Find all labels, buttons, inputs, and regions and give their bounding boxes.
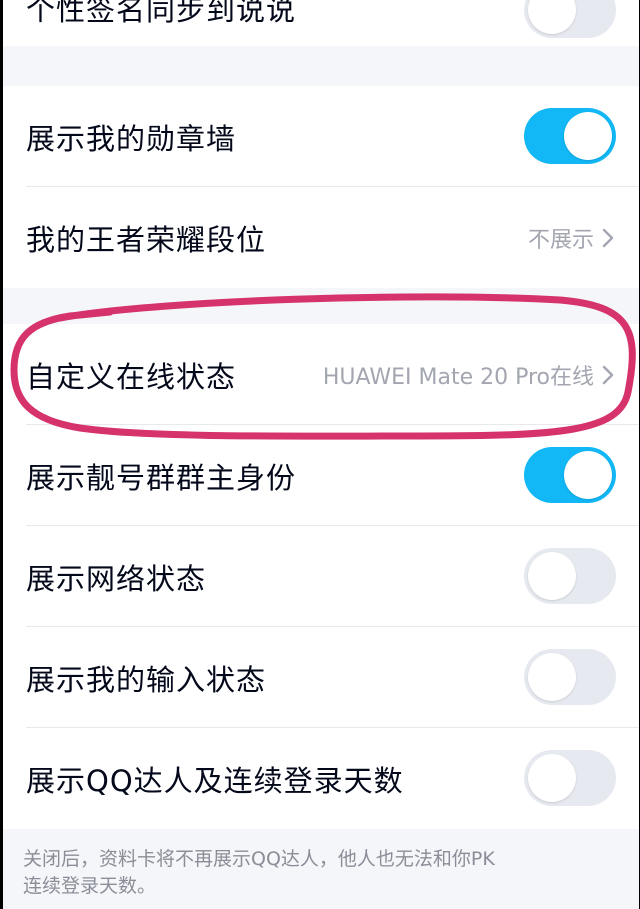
row-label: 展示QQ达人及连续登录天数 (26, 763, 404, 798)
footer-note-line: 关闭后，资料卡将不再展示QQ达人，他人也无法和你PK (23, 848, 495, 870)
settings-row-badge-wall[interactable]: 展示我的勋章墙 (3, 86, 639, 187)
row-label: 展示网络状态 (26, 561, 207, 596)
settings-row-input-status[interactable]: 展示我的输入状态 (3, 627, 639, 728)
settings-row-king-rank[interactable]: 我的王者荣耀段位 不展示 (3, 187, 639, 288)
row-value: 不展示 (528, 187, 616, 288)
row-value-text: 不展示 (527, 227, 594, 253)
toggle-switch[interactable] (524, 750, 616, 806)
toggle-switch[interactable] (524, 447, 616, 503)
toggle-switch[interactable] (524, 0, 616, 38)
toggle-knob (528, 0, 576, 34)
settings-row-qq-expert[interactable]: 展示QQ达人及连续登录天数 (3, 728, 639, 829)
toggle-switch[interactable] (524, 108, 616, 164)
toggle-knob (528, 552, 576, 600)
toggle-switch[interactable] (524, 548, 616, 604)
toggle-knob (528, 653, 576, 701)
chevron-right-icon (602, 365, 614, 384)
settings-row-network-status[interactable]: 展示网络状态 (3, 526, 639, 627)
toggle-knob (564, 451, 612, 499)
row-label: 自定义在线状态 (26, 359, 237, 394)
row-value-text: HUAWEI Mate 20 Pro在线 (322, 364, 594, 390)
row-label: 展示靓号群群主身份 (26, 460, 297, 495)
toggle-switch[interactable] (524, 649, 616, 705)
settings-row-signature-sync[interactable]: 个性签名同步到说说 (3, 0, 639, 46)
footer-note-line: 连续登录天数。 (23, 875, 157, 897)
settings-row-custom-status[interactable]: 自定义在线状态 HUAWEI Mate 20 Pro在线 (3, 324, 639, 425)
toggle-knob (528, 754, 576, 802)
settings-screen: 个性签名同步到说说 展示我的勋章墙 我的王者荣耀段位 不展示 自定义在线状态 H… (3, 0, 639, 909)
row-label: 我的王者荣耀段位 (26, 222, 267, 257)
row-label: 展示我的输入状态 (26, 662, 267, 697)
row-value: HUAWEI Mate 20 Pro在线 (323, 324, 616, 425)
row-label: 个性签名同步到说说 (26, 0, 297, 27)
footer-note: 关闭后，资料卡将不再展示QQ达人，他人也无法和你PK 连续登录天数。 (23, 846, 623, 900)
chevron-right-icon (602, 228, 614, 247)
settings-row-group-owner[interactable]: 展示靓号群群主身份 (3, 425, 639, 526)
row-label: 展示我的勋章墙 (26, 121, 237, 156)
toggle-knob (564, 112, 612, 160)
